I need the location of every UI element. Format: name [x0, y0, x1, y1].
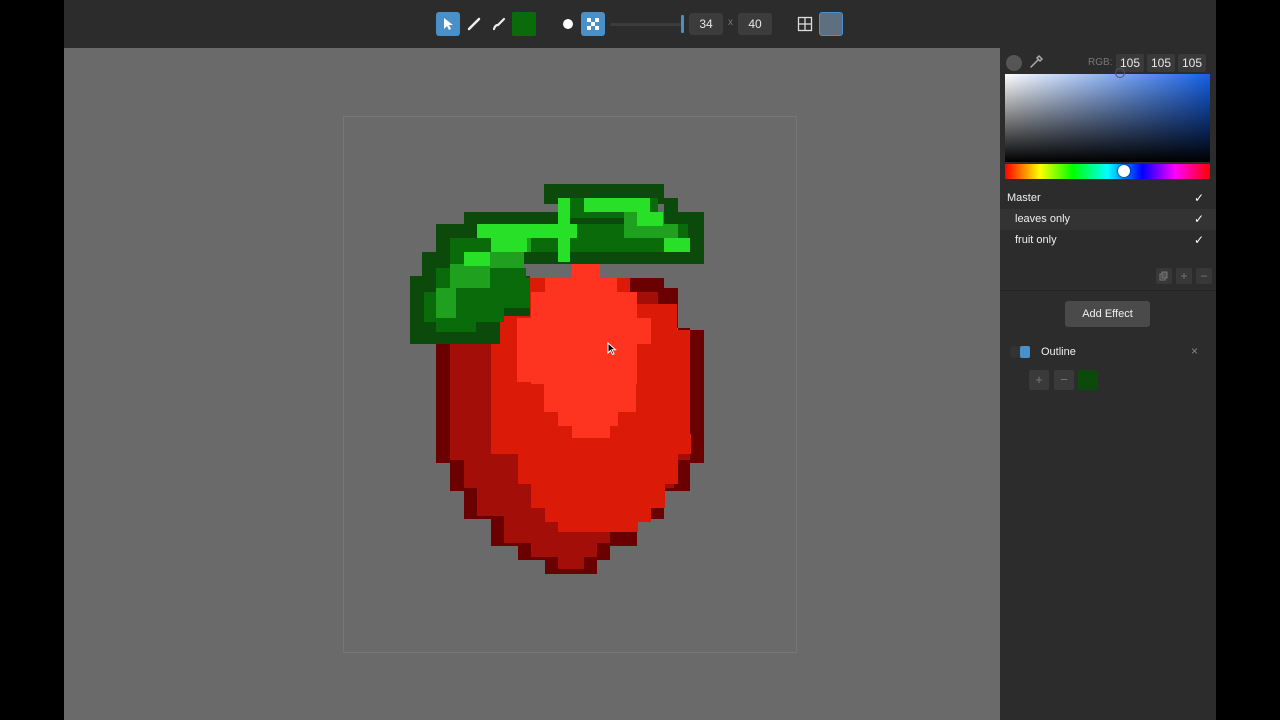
layer-label: fruit only: [1015, 234, 1057, 246]
effect-item-outline: Outline ×: [1000, 342, 1216, 362]
plus-icon: +: [1180, 269, 1188, 283]
effect-name: Outline: [1041, 346, 1076, 358]
remove-layer-button[interactable]: −: [1196, 268, 1212, 284]
eyedropper-icon[interactable]: [1028, 54, 1044, 70]
eraser-tool-button[interactable]: [462, 12, 486, 36]
green-value-input[interactable]: 105: [1147, 54, 1175, 72]
effect-enable-toggle[interactable]: [1010, 346, 1030, 358]
brush-size-slider[interactable]: [610, 23, 682, 26]
layer-label: leaves only: [1015, 213, 1071, 225]
effect-color-controls: + −: [1000, 370, 1216, 392]
select-tool-button[interactable]: [436, 12, 460, 36]
dither-brush-button[interactable]: [581, 12, 605, 36]
brush-size-slider-thumb[interactable]: [681, 15, 684, 33]
grid-toggle-button[interactable]: [793, 12, 817, 36]
canvas-width-input[interactable]: 34: [689, 13, 723, 35]
arrow-cursor-icon: [444, 18, 453, 30]
brush-tool-button[interactable]: [487, 12, 511, 36]
layer-visibility-check[interactable]: ✓: [1194, 230, 1204, 251]
copy-icon: [1159, 271, 1168, 281]
minus-icon: −: [1200, 269, 1208, 283]
color-preview-circle[interactable]: [1006, 55, 1022, 71]
add-effect-button[interactable]: Add Effect: [1065, 301, 1150, 327]
app-window: 34 x 40 RGB: 105 105 105 Master ✓ leaves…: [64, 0, 1216, 720]
brush-icon: [492, 17, 506, 31]
layer-visibility-check[interactable]: ✓: [1194, 209, 1204, 230]
layer-controls: + −: [1000, 268, 1216, 288]
layer-item-leaves-only[interactable]: leaves only ✓: [1000, 209, 1216, 230]
add-effect-color-button[interactable]: +: [1029, 370, 1049, 390]
grid-icon: [797, 16, 813, 32]
checker-pattern-icon: [587, 18, 599, 30]
saturation-value-field[interactable]: [1005, 74, 1210, 162]
outline-color-swatch[interactable]: [1078, 370, 1098, 390]
circle-brush-icon: [563, 19, 573, 29]
remove-effect-color-button[interactable]: −: [1054, 370, 1074, 390]
duplicate-layer-button[interactable]: [1156, 268, 1172, 284]
blue-value-input[interactable]: 105: [1178, 54, 1206, 72]
eraser-icon: [467, 17, 481, 31]
primary-color-swatch[interactable]: [512, 12, 536, 36]
toolbar: 34 x 40: [64, 0, 1216, 48]
saturation-value-handle[interactable]: [1115, 68, 1125, 78]
canvas-height-input[interactable]: 40: [738, 13, 772, 35]
add-layer-button[interactable]: +: [1176, 268, 1192, 284]
mouse-cursor-icon: [607, 342, 617, 356]
hue-slider-handle[interactable]: [1118, 165, 1130, 177]
layer-visibility-check[interactable]: ✓: [1194, 188, 1204, 209]
canvas-area[interactable]: [64, 48, 1000, 720]
plus-icon: +: [1035, 372, 1043, 387]
layer-item-master[interactable]: Master ✓: [1000, 188, 1216, 209]
layer-item-fruit-only[interactable]: fruit only ✓: [1000, 230, 1216, 251]
dimension-separator: x: [728, 17, 733, 28]
right-panel: RGB: 105 105 105 Master ✓ leaves only ✓ …: [1000, 48, 1216, 720]
hue-slider[interactable]: [1005, 164, 1210, 179]
fruit-sprite[interactable]: [64, 48, 1000, 720]
layer-label: Master: [1007, 192, 1041, 204]
remove-effect-close-icon[interactable]: ×: [1191, 344, 1198, 358]
background-toggle-button[interactable]: [819, 12, 843, 36]
rgb-label: RGB:: [1088, 57, 1113, 68]
color-picker-header: RGB: 105 105 105: [1000, 48, 1216, 74]
round-brush-button[interactable]: [556, 12, 580, 36]
minus-icon: −: [1060, 372, 1068, 387]
panel-divider: [1000, 290, 1216, 291]
